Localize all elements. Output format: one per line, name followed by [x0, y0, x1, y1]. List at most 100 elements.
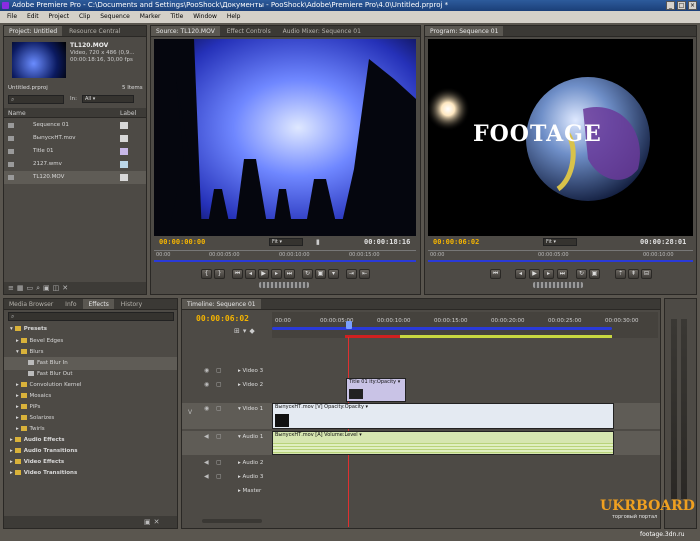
delete-icon[interactable]: ✕: [154, 518, 163, 526]
program-go-to-out-button[interactable]: ⏭: [557, 269, 568, 279]
new-item-icon[interactable]: ◫: [53, 284, 63, 292]
tab-resource-central[interactable]: Resource Central: [64, 26, 125, 36]
source-video-frame[interactable]: [154, 39, 416, 236]
list-view-icon[interactable]: ≡: [8, 284, 17, 292]
menu-sequence[interactable]: Sequence: [100, 13, 130, 20]
menu-project[interactable]: Project: [49, 13, 70, 20]
video-clip[interactable]: ВыпускНТ.mov [V] Opacity:Opacity ▾: [272, 403, 614, 429]
program-step-back-button[interactable]: ◂: [515, 269, 526, 279]
maximize-button[interactable]: □: [677, 1, 686, 10]
step-forward-button[interactable]: ▸: [271, 269, 282, 279]
tab-history[interactable]: History: [116, 299, 147, 309]
lock-icon[interactable]: ▢: [216, 433, 222, 440]
program-step-forward-button[interactable]: ▸: [543, 269, 554, 279]
lock-icon[interactable]: ▢: [216, 405, 222, 412]
audio-clip[interactable]: ВыпускНТ.mov [A] Volume:Level ▾: [272, 431, 614, 455]
timeline-zoom-bar[interactable]: [272, 327, 612, 330]
eye-icon[interactable]: ◉: [204, 367, 209, 374]
source-jog-shuttle[interactable]: [259, 282, 309, 288]
icon-view-icon[interactable]: ▦: [17, 284, 27, 292]
source-zoom-dropdown[interactable]: Fit ▾: [269, 238, 303, 246]
delete-icon[interactable]: ✕: [62, 284, 71, 292]
program-jog-shuttle[interactable]: [533, 282, 583, 288]
keyframe-icon[interactable]: ◆: [249, 327, 257, 335]
menu-file[interactable]: File: [7, 13, 17, 20]
mark-in-button[interactable]: {: [201, 269, 212, 279]
tab-audio-mixer[interactable]: Audio Mixer: Sequence 01: [278, 26, 366, 36]
lock-icon[interactable]: ▢: [216, 459, 222, 466]
timeline-zoom-slider[interactable]: [202, 519, 262, 523]
project-search-input[interactable]: ⌕: [8, 95, 64, 104]
col-label-header[interactable]: Label: [120, 110, 136, 117]
speaker-icon[interactable]: ◀: [204, 459, 209, 466]
menu-window[interactable]: Window: [193, 13, 217, 20]
insert-button[interactable]: ⇥: [346, 269, 357, 279]
speaker-icon[interactable]: ◀: [204, 473, 209, 480]
output-button[interactable]: ▾: [328, 269, 339, 279]
program-zoom-dropdown[interactable]: Fit ▾: [543, 238, 577, 246]
speaker-icon[interactable]: ◀: [204, 433, 209, 440]
tab-project[interactable]: Project: Untitled: [4, 26, 63, 36]
safe-margins-button[interactable]: ▣: [315, 269, 326, 279]
timeline-current-timecode[interactable]: 00:00:06:02: [196, 314, 249, 323]
tab-source[interactable]: Source: TL120.MOV: [151, 26, 220, 36]
loop-button[interactable]: ↻: [302, 269, 313, 279]
lock-icon[interactable]: ▢: [216, 473, 222, 480]
list-item[interactable]: Title 01: [4, 145, 146, 158]
tab-effect-controls[interactable]: Effect Controls: [222, 26, 276, 36]
program-zoom-bar[interactable]: [428, 260, 693, 262]
mark-out-button[interactable]: }: [214, 269, 225, 279]
menu-help[interactable]: Help: [227, 13, 241, 20]
menu-title[interactable]: Title: [170, 13, 183, 20]
source-zoom-bar[interactable]: [154, 260, 416, 262]
go-to-out-button[interactable]: ⏭: [284, 269, 295, 279]
target-icon[interactable]: V: [188, 409, 192, 416]
tab-info[interactable]: Info: [60, 299, 81, 309]
list-item[interactable]: 2127.wmv: [4, 158, 146, 171]
trim-button[interactable]: ⊟: [641, 269, 652, 279]
effects-search-input[interactable]: ⌕: [8, 312, 174, 321]
snap-icon[interactable]: ⊞: [234, 327, 243, 335]
tab-media-browser[interactable]: Media Browser: [4, 299, 58, 309]
lift-button[interactable]: ⇡: [615, 269, 626, 279]
eye-icon[interactable]: ◉: [204, 381, 209, 388]
program-play-button[interactable]: ▶: [529, 269, 540, 279]
overlay-button[interactable]: ⇤: [359, 269, 370, 279]
go-to-in-button[interactable]: ⏮: [232, 269, 243, 279]
source-current-timecode[interactable]: 00:00:00:00: [159, 238, 205, 246]
step-back-button[interactable]: ◂: [245, 269, 256, 279]
eye-icon[interactable]: ◉: [204, 405, 209, 412]
lock-icon[interactable]: ▢: [216, 381, 222, 388]
menu-edit[interactable]: Edit: [27, 13, 39, 20]
list-item[interactable]: ВыпускНТ.mov: [4, 132, 146, 145]
minimize-button[interactable]: _: [666, 1, 675, 10]
col-name-header[interactable]: Name: [8, 110, 26, 117]
timeline-ruler[interactable]: 00:00 00:00:05:00 00:00:10:00 00:00:15:0…: [272, 312, 658, 338]
automate-icon[interactable]: ▭: [27, 284, 37, 292]
program-go-to-in-button[interactable]: ⏮: [490, 269, 501, 279]
tab-effects[interactable]: Effects: [83, 299, 114, 309]
new-bin-icon[interactable]: ▣: [43, 284, 53, 292]
play-button[interactable]: ▶: [258, 269, 269, 279]
program-safe-margins-button[interactable]: ▣: [589, 269, 600, 279]
program-loop-button[interactable]: ↻: [576, 269, 587, 279]
program-time-ruler[interactable]: 00:00 00:00:05:00 00:00:10:00: [428, 250, 693, 260]
menu-clip[interactable]: Clip: [79, 13, 90, 20]
in-dropdown[interactable]: All ▾: [82, 95, 134, 103]
close-button[interactable]: ×: [688, 1, 697, 10]
program-current-timecode[interactable]: 00:00:06:02: [433, 238, 479, 246]
list-item[interactable]: TL120.MOV: [4, 171, 146, 184]
program-video-frame[interactable]: FOOTAGE: [428, 39, 693, 236]
tab-program[interactable]: Program: Sequence 01: [425, 26, 504, 36]
new-bin-icon[interactable]: ▣: [144, 518, 154, 526]
find-icon[interactable]: ⌕: [36, 284, 43, 292]
source-time-ruler[interactable]: 00:00 00:00:05:00 00:00:10:00 00:00:15:0…: [154, 250, 416, 260]
source-split-icon[interactable]: ▮: [316, 238, 320, 246]
lock-icon[interactable]: ▢: [216, 367, 222, 374]
tab-timeline[interactable]: Timeline: Sequence 01: [182, 299, 261, 309]
list-item[interactable]: Sequence 01: [4, 119, 146, 132]
playhead-handle[interactable]: [346, 321, 352, 329]
menu-marker[interactable]: Marker: [140, 13, 161, 20]
title-clip[interactable]: Title 01 ity:Opacity ▾: [346, 378, 406, 402]
tree-folder-video-transitions[interactable]: ▸ Video Transitions: [4, 467, 177, 480]
